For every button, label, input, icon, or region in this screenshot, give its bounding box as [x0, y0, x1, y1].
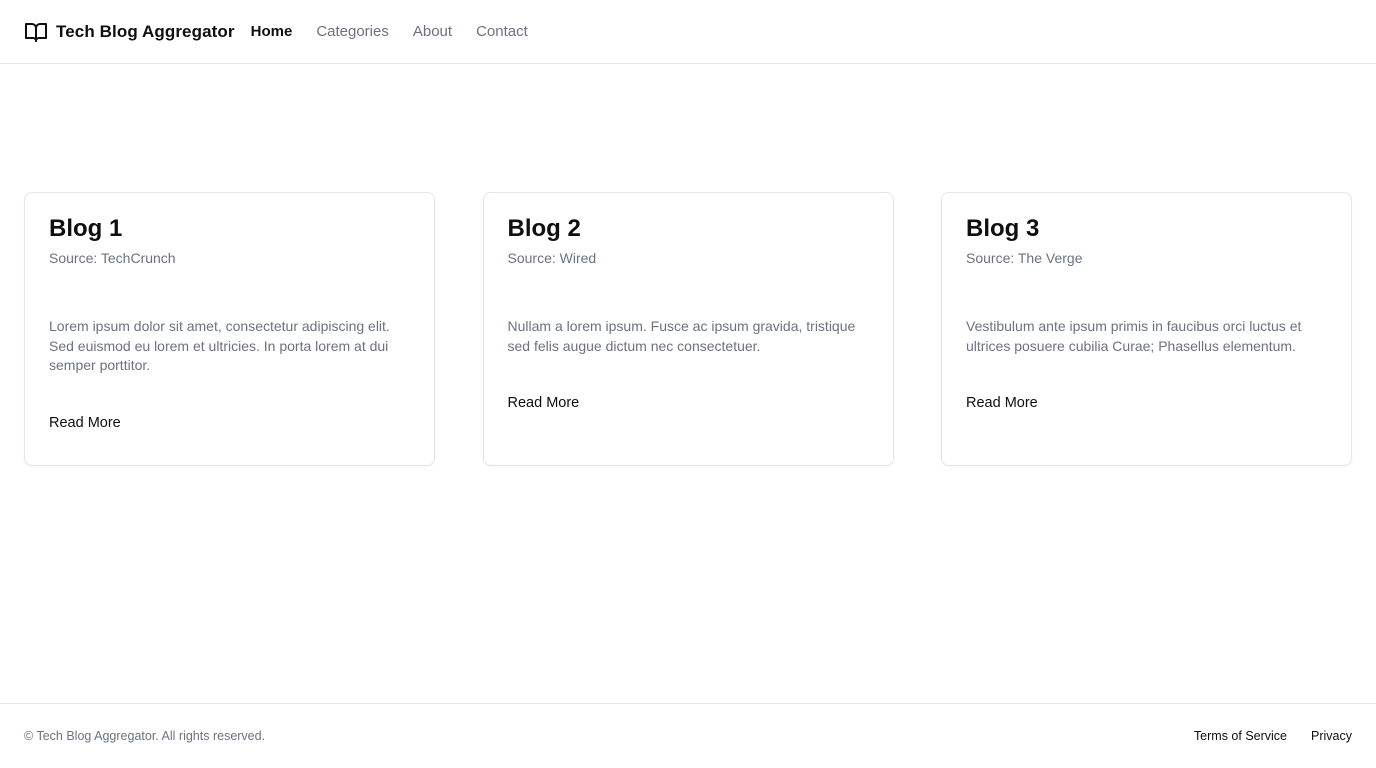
- main-content: Blog 1 Source: TechCrunch Lorem ipsum do…: [0, 64, 1376, 703]
- blog-card: Blog 2 Source: Wired Nullam a lorem ipsu…: [482, 192, 894, 466]
- brand-title: Tech Blog Aggregator: [56, 21, 235, 41]
- terms-of-service-link[interactable]: Terms of Service: [1194, 729, 1287, 743]
- blog-card-source: Source: TechCrunch: [49, 250, 176, 266]
- nav-home[interactable]: Home: [251, 23, 293, 40]
- site-footer: © Tech Blog Aggregator. All rights reser…: [0, 703, 1376, 768]
- read-more-link[interactable]: Read More: [966, 395, 1038, 411]
- site-header: Tech Blog Aggregator Home Categories Abo…: [0, 0, 1376, 64]
- read-more-link[interactable]: Read More: [508, 395, 580, 411]
- blog-card-title: Blog 2: [507, 215, 581, 242]
- brand-link[interactable]: Tech Blog Aggregator: [24, 20, 235, 44]
- copyright-text: © Tech Blog Aggregator. All rights reser…: [24, 729, 266, 743]
- read-more-link[interactable]: Read More: [49, 415, 121, 431]
- main-nav: Home Categories About Contact: [251, 23, 552, 40]
- blog-card: Blog 1 Source: TechCrunch Lorem ipsum do…: [24, 192, 435, 466]
- nav-categories[interactable]: Categories: [316, 23, 389, 40]
- blog-card-excerpt: Lorem ipsum dolor sit amet, consectetur …: [49, 318, 390, 373]
- blog-card-source: Source: Wired: [507, 250, 597, 266]
- blog-card-title: Blog 1: [49, 215, 123, 242]
- privacy-link[interactable]: Privacy: [1311, 729, 1352, 743]
- book-open-icon: [24, 20, 48, 44]
- blog-card-source: Source: The Verge: [966, 250, 1083, 266]
- blog-card-grid: Blog 1 Source: TechCrunch Lorem ipsum do…: [24, 192, 1352, 466]
- blog-card-excerpt: Vestibulum ante ipsum primis in faucibus…: [966, 318, 1302, 354]
- blog-card-excerpt: Nullam a lorem ipsum. Fusce ac ipsum gra…: [507, 318, 856, 354]
- nav-about[interactable]: About: [413, 23, 452, 40]
- blog-card-title: Blog 3: [966, 215, 1040, 242]
- nav-contact[interactable]: Contact: [476, 23, 528, 40]
- blog-card: Blog 3 Source: The Verge Vestibulum ante…: [941, 192, 1352, 466]
- footer-links: Terms of Service Privacy: [1170, 729, 1352, 743]
